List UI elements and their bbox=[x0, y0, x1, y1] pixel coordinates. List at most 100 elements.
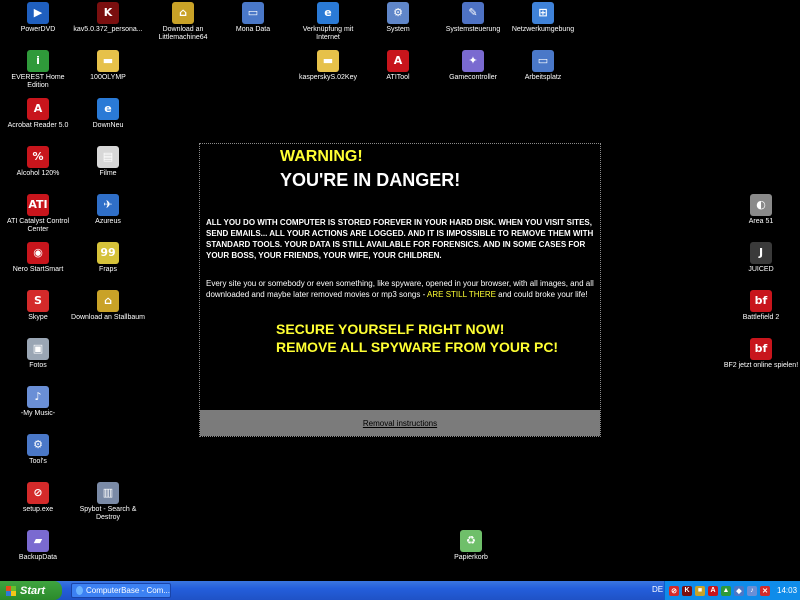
desktop-icon[interactable]: e DownNeu bbox=[70, 98, 146, 130]
control-panel-icon: ✎ bbox=[462, 2, 484, 24]
desktop-icon[interactable]: bf Battlefield 2 bbox=[723, 290, 799, 322]
desktop-icon-label: Verknüpfung mit Internet bbox=[302, 26, 354, 41]
clock[interactable]: 14:03 bbox=[777, 586, 797, 595]
tools-gear-icon: ⚙ bbox=[27, 434, 49, 456]
tray-kaspersky-icon[interactable]: K bbox=[682, 585, 692, 596]
desktop-icon[interactable]: ✎ Systemsteuerung bbox=[435, 2, 511, 34]
tray-icon-4[interactable]: A bbox=[708, 585, 718, 596]
desktop-icon[interactable]: ♪ -My Music- bbox=[0, 386, 76, 418]
tray-alert-icon[interactable]: ✕ bbox=[760, 585, 770, 596]
desktop-icon[interactable]: ATI ATI Catalyst Control Center bbox=[0, 194, 76, 234]
desktop-icon-label: ATITool bbox=[386, 74, 410, 81]
backup-drive-icon: ▰ bbox=[27, 530, 49, 552]
desktop-icon[interactable]: ▬ kasperskyS.02Key bbox=[290, 50, 366, 82]
desktop-icon[interactable]: bf BF2 jetzt online spielen! bbox=[723, 338, 799, 370]
presentation-icon: ▤ bbox=[97, 146, 119, 168]
desktop-icon[interactable]: ⌂ Download an Stallbaum bbox=[70, 290, 146, 322]
desktop-icon[interactable]: ▭ Arbeitsplatz bbox=[505, 50, 581, 82]
desktop-icon-label: kasperskyS.02Key bbox=[299, 74, 357, 81]
desktop-icon[interactable]: ⊞ Netzwerkumgebung bbox=[505, 2, 581, 34]
kaspersky-box-icon: K bbox=[97, 2, 119, 24]
desktop-icon-label: Nero StartSmart bbox=[12, 266, 64, 273]
desktop-icon[interactable]: ✦ Gamecontroller bbox=[435, 50, 511, 82]
desktop-icon-label: EVEREST Home Edition bbox=[11, 74, 65, 89]
desktop-icon-label: Fraps bbox=[99, 266, 117, 273]
start-label: Start bbox=[20, 584, 46, 597]
folder-icon: ▬ bbox=[97, 50, 119, 72]
desktop-icon[interactable]: Kkav5.0.372_persona... bbox=[70, 2, 146, 34]
removal-instructions-link[interactable]: Removal instructions bbox=[363, 419, 437, 428]
internet-explorer-icon: e bbox=[97, 98, 119, 120]
battlefield-icon: bf bbox=[750, 290, 772, 312]
removal-bar: Removal instructions bbox=[200, 410, 600, 436]
desktop-icon-label: -My Music- bbox=[20, 410, 56, 417]
tray-icon-1[interactable]: ⊘ bbox=[669, 585, 679, 596]
desktop-icon[interactable]: ▣ Fotos bbox=[0, 338, 76, 370]
desktop-icon[interactable]: ▥ Spybot - Search & Destroy bbox=[70, 482, 146, 522]
system-tray: ⊘ K ■ A ▲ ◆ ♪ ✕ 14:03 bbox=[664, 581, 800, 600]
tray-icon-5[interactable]: ▲ bbox=[721, 585, 731, 596]
desktop-icon[interactable]: % Alcohol 120% bbox=[0, 146, 76, 178]
desktop-icon[interactable]: J JUICED bbox=[723, 242, 799, 274]
desktop-icon-label: BackupData bbox=[18, 554, 58, 561]
everest-icon: i bbox=[27, 50, 49, 72]
desktop-icon[interactable]: 99 Fraps bbox=[70, 242, 146, 274]
setup-blocked-icon: ⊘ bbox=[27, 482, 49, 504]
desktop-icon[interactable]: ◉ Nero StartSmart bbox=[0, 242, 76, 274]
alcohol-icon: % bbox=[27, 146, 49, 168]
desktop-icon[interactable]: ⌂ Download an Littlemachine64 bbox=[145, 2, 221, 42]
desktop-icon[interactable]: S Skype bbox=[0, 290, 76, 322]
desktop-icon-label: Fotos bbox=[29, 362, 47, 369]
desktop-icon[interactable]: ▬ 100OLYMP bbox=[70, 50, 146, 82]
internet-explorer-icon bbox=[76, 586, 83, 595]
network-icon: ⊞ bbox=[532, 2, 554, 24]
desktop-icon[interactable]: ⚙ Tool's bbox=[0, 434, 76, 466]
desktop-icon-label: 100OLYMP bbox=[90, 74, 126, 81]
desktop-icon[interactable]: ▶ PowerDVD bbox=[0, 2, 76, 34]
desktop-icon-label: Filme bbox=[99, 170, 117, 177]
desktop-icon-label: Tool's bbox=[29, 458, 47, 465]
desktop-icon[interactable]: ▤ Filme bbox=[70, 146, 146, 178]
desktop-icon[interactable]: ⊘ setup.exe bbox=[0, 482, 76, 514]
music-icon: ♪ bbox=[27, 386, 49, 408]
desktop-icon-label: Systemsteuerung bbox=[445, 26, 501, 33]
tray-icon-6[interactable]: ◆ bbox=[734, 585, 744, 596]
photos-icon: ▣ bbox=[27, 338, 49, 360]
desktop-icon[interactable]: ▭ Mona Data bbox=[215, 2, 291, 34]
desktop-icon[interactable]: i EVEREST Home Edition bbox=[0, 50, 76, 90]
language-indicator[interactable]: DE bbox=[652, 585, 663, 594]
fraps-icon: 99 bbox=[97, 242, 119, 264]
desktop-icon[interactable]: ♻ Papierkorb bbox=[433, 530, 509, 562]
computer-icon: ▭ bbox=[242, 2, 264, 24]
spyware-warning-popup: WARNING! YOU'RE IN DANGER! ALL YOU DO WI… bbox=[199, 143, 601, 437]
nero-icon: ◉ bbox=[27, 242, 49, 264]
desktop-icon[interactable]: A Acrobat Reader 5.0 bbox=[0, 98, 76, 130]
desktop-icon-label: Spybot - Search & Destroy bbox=[79, 506, 137, 521]
desktop-icon-label: Download an Stallbaum bbox=[71, 314, 145, 321]
desktop-icon-label: PowerDVD bbox=[20, 26, 56, 33]
desktop-icon[interactable]: ⚙ System bbox=[360, 2, 436, 34]
recycle-bin-icon: ♻ bbox=[460, 530, 482, 552]
start-button[interactable]: Start bbox=[0, 581, 62, 600]
taskbar-window-computerbase[interactable]: ComputerBase - Com... bbox=[71, 583, 171, 598]
tray-icon-3[interactable]: ■ bbox=[695, 585, 705, 596]
desktop-icon-label: Papierkorb bbox=[454, 554, 488, 561]
desktop-icon-label: Gamecontroller bbox=[449, 74, 497, 81]
spybot-icon: ▥ bbox=[97, 482, 119, 504]
desktop-icon-label: Battlefield 2 bbox=[742, 314, 780, 321]
desktop-icon[interactable]: ◐ Area 51 bbox=[723, 194, 799, 226]
desktop-icon-label: JUICED bbox=[748, 266, 774, 273]
tray-icon-7[interactable]: ♪ bbox=[747, 585, 757, 596]
desktop-icon-label: Skype bbox=[28, 314, 48, 321]
desktop-icon[interactable]: e Verknüpfung mit Internet bbox=[290, 2, 366, 42]
desktop-icon-label: kav5.0.372_persona... bbox=[73, 26, 143, 33]
desktop-icon[interactable]: ▰ BackupData bbox=[0, 530, 76, 562]
desktop-icon-label: Acrobat Reader 5.0 bbox=[7, 122, 69, 129]
desktop-icon-label: Netzwerkumgebung bbox=[511, 26, 575, 33]
desktop-icon[interactable]: A ATITool bbox=[360, 50, 436, 82]
skype-icon: S bbox=[27, 290, 49, 312]
ati-tool-icon: A bbox=[387, 50, 409, 72]
desktop-icon-label: DownNeu bbox=[92, 122, 124, 129]
desktop-icon[interactable]: ✈ Azureus bbox=[70, 194, 146, 226]
desktop-icon-label: System bbox=[386, 26, 410, 33]
